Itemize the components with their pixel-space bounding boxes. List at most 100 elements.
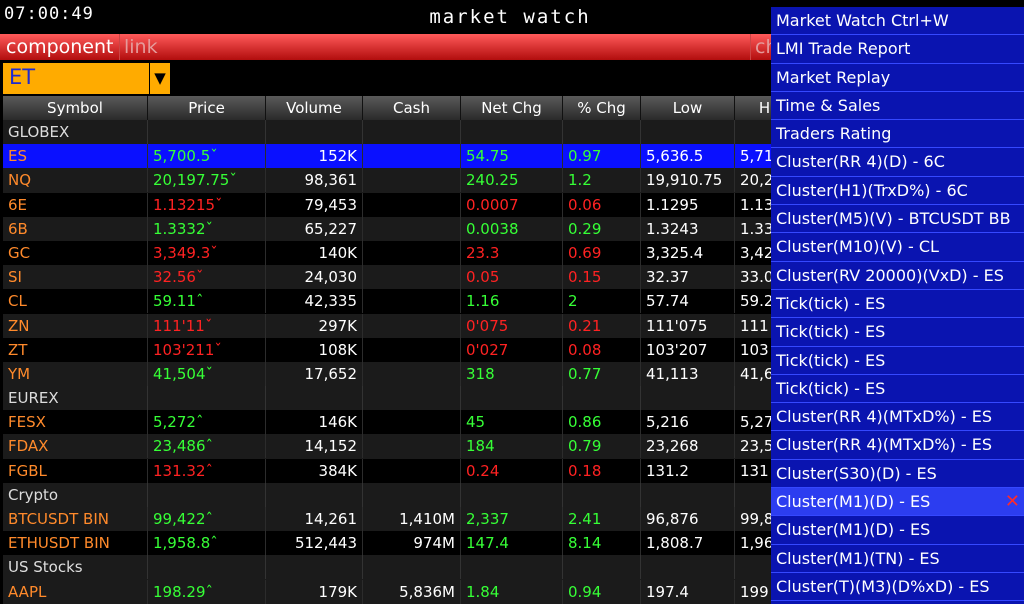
cell-low: 5,216 xyxy=(641,410,735,435)
menu-item[interactable]: Cluster(M1)(TN) - ES xyxy=(771,545,1024,573)
dropdown-arrow-icon[interactable]: ▼ xyxy=(149,63,170,94)
menu-item[interactable]: Cluster(M1)(D) - ES xyxy=(771,516,1024,545)
cell-volume: 98,361 xyxy=(266,168,363,193)
cell-volume: 14,261 xyxy=(266,507,363,531)
cell-pct: 0.21 xyxy=(563,313,641,338)
column-header[interactable]: % Chg xyxy=(563,96,641,120)
cell-cash: 974M xyxy=(363,531,461,556)
group-cell xyxy=(148,120,266,144)
cell-volume: 384K xyxy=(266,458,363,483)
cell-pct: 0.69 xyxy=(563,240,641,265)
menu-item[interactable]: Tick(tick) - ES xyxy=(771,375,1024,404)
cell-pct: 0.97 xyxy=(563,144,641,169)
tab-link[interactable]: link xyxy=(119,34,162,60)
menu-item[interactable]: Market Replay xyxy=(771,64,1024,92)
cell-symbol: FESX xyxy=(3,410,148,435)
cell-price: 111'11ˇ xyxy=(148,313,266,338)
group-cell xyxy=(563,386,641,411)
cell-price: 3,349.3ˇ xyxy=(148,240,266,265)
cell-low: 96,876 xyxy=(641,507,735,531)
cell-pct: 0.77 xyxy=(563,361,641,386)
menu-item[interactable]: Cluster(RV 20000)(VxD) - ES xyxy=(771,262,1024,290)
cell-symbol: 6B xyxy=(3,216,148,241)
group-cell xyxy=(148,386,266,411)
menu-item[interactable]: Cluster(M1)(D) - ES ✕ xyxy=(771,488,1024,517)
group-cell xyxy=(266,120,363,144)
cell-pct: 0.18 xyxy=(563,458,641,483)
menu-item[interactable]: Tick(tick) - ES xyxy=(771,318,1024,347)
group-label: US Stocks xyxy=(3,555,148,580)
menu-item[interactable]: Cluster(M10)(V) - CL xyxy=(771,233,1024,262)
menu-item[interactable]: Tick(tick) - ES xyxy=(771,347,1024,375)
menu-item[interactable]: Cluster(S30)(D) - ES xyxy=(771,460,1024,489)
cell-net: 318 xyxy=(461,361,563,386)
menu-item[interactable]: Tick(tick) - ES xyxy=(771,290,1024,319)
cell-volume: 79,453 xyxy=(266,192,363,217)
cell-low: 1.3243 xyxy=(641,216,735,241)
cell-symbol: GC xyxy=(3,240,148,265)
cell-cash xyxy=(363,144,461,169)
cell-volume: 297K xyxy=(266,313,363,338)
menu-item[interactable]: Cluster(RR 4)(MTxD%) - ES xyxy=(771,403,1024,432)
cell-cash: 1,410M xyxy=(363,507,461,531)
cell-price: 5,272ˆ xyxy=(148,410,266,435)
menu-item-label: Time & Sales xyxy=(776,95,881,115)
column-header[interactable]: Low xyxy=(641,96,735,120)
menu-item[interactable]: Cluster(H1)(TrxD%) - 6C xyxy=(771,177,1024,206)
menu-item[interactable]: Market Watch Ctrl+W xyxy=(771,7,1024,36)
menu-item[interactable]: Time & Sales xyxy=(771,92,1024,121)
cell-price: 5,700.5ˇ xyxy=(148,144,266,169)
cell-net: 1.84 xyxy=(461,579,563,604)
group-cell xyxy=(148,482,266,507)
cell-cash xyxy=(363,168,461,193)
cell-cash: 5,836M xyxy=(363,579,461,604)
cell-volume: 17,652 xyxy=(266,361,363,386)
cell-net: 54.75 xyxy=(461,144,563,169)
column-header[interactable]: Net Chg xyxy=(461,96,563,120)
cell-cash xyxy=(363,216,461,241)
cell-price: 103'211ˇ xyxy=(148,337,266,362)
cell-price: 59.11ˆ xyxy=(148,289,266,314)
cell-low: 1,808.7 xyxy=(641,531,735,556)
cell-low: 1.1295 xyxy=(641,192,735,217)
menu-item-label: Cluster(RR 4)(MTxD%) - ES xyxy=(776,407,993,427)
group-cell xyxy=(461,386,563,411)
cell-volume: 146K xyxy=(266,410,363,435)
group-cell xyxy=(363,120,461,144)
column-header[interactable]: Price xyxy=(148,96,266,120)
cell-net: 240.25 xyxy=(461,168,563,193)
cell-volume: 14,152 xyxy=(266,434,363,459)
menu-item[interactable]: Cluster(RR 4)(MTxD%) - ES xyxy=(771,431,1024,460)
cell-symbol: FDAX xyxy=(3,434,148,459)
symbol-list-value: ET xyxy=(9,65,36,89)
cell-symbol: BTCUSDT BIN xyxy=(3,507,148,531)
cell-symbol: FGBL xyxy=(3,458,148,483)
menu-item[interactable]: LMI Trade Report xyxy=(771,35,1024,64)
group-cell xyxy=(641,555,735,580)
cell-volume: 140K xyxy=(266,240,363,265)
column-header[interactable]: Volume xyxy=(266,96,363,120)
close-icon[interactable]: ✕ xyxy=(1005,488,1020,516)
cell-pct: 0.94 xyxy=(563,579,641,604)
cell-price: 131.32ˆ xyxy=(148,458,266,483)
menu-item[interactable]: Cluster(RR 4)(D) - 6C xyxy=(771,148,1024,177)
menu-item-label: Cluster(RR 4)(MTxD%) - ES xyxy=(776,435,993,455)
cell-symbol: NQ xyxy=(3,168,148,193)
cell-net: 45 xyxy=(461,410,563,435)
menu-item[interactable]: Cluster(T)(M3)(D%xD) - ES xyxy=(771,573,1024,602)
group-cell xyxy=(461,120,563,144)
group-cell xyxy=(461,555,563,580)
menu-item-label: Cluster(M1)(D) - ES xyxy=(776,492,931,512)
column-header[interactable]: Symbol xyxy=(3,96,148,120)
menu-item-label: Tick(tick) - ES xyxy=(776,293,886,313)
menu-item-label: Traders Rating xyxy=(776,124,892,144)
cell-cash xyxy=(363,240,461,265)
group-cell xyxy=(266,386,363,411)
menu-item[interactable]: Cluster(M5)(V) - BTCUSDT BB xyxy=(771,205,1024,234)
symbol-list-select[interactable]: ET ▼ xyxy=(3,63,170,94)
cell-low: 57.74 xyxy=(641,289,735,314)
column-header[interactable]: Cash xyxy=(363,96,461,120)
tab-component[interactable]: component xyxy=(2,34,118,60)
menu-item[interactable]: Traders Rating xyxy=(771,120,1024,149)
cell-net: 2,337 xyxy=(461,507,563,531)
